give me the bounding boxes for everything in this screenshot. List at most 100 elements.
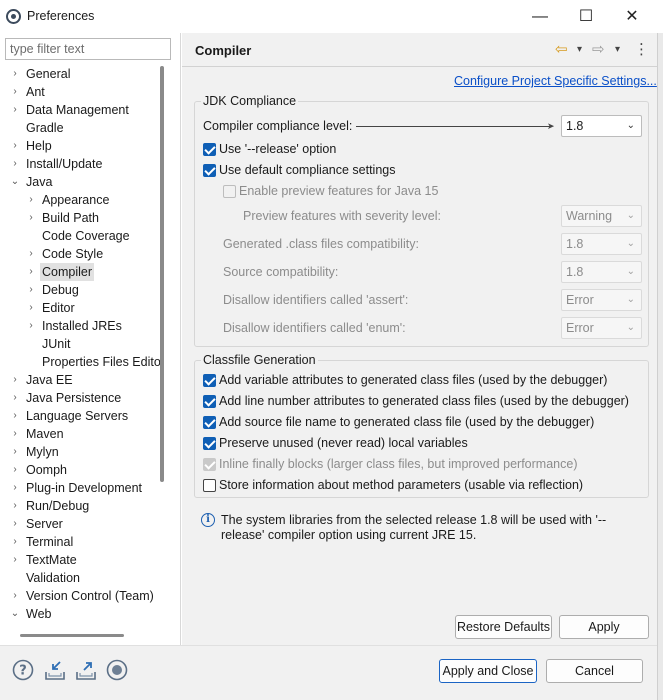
chevron-right-icon[interactable]: ›: [26, 317, 36, 335]
tree-vertical-scrollbar[interactable]: [160, 66, 164, 482]
tree-item[interactable]: › Build Path: [0, 209, 158, 227]
tree-item-label: Installed JREs: [42, 319, 122, 333]
chevron-right-icon[interactable]: ›: [26, 191, 36, 209]
tree-item[interactable]: › Language Servers: [0, 407, 158, 425]
tree-item[interactable]: ⌄ Java: [0, 173, 158, 191]
tree-item[interactable]: › Version Control (Team): [0, 587, 158, 605]
tree-item-label: Build Path: [42, 211, 99, 225]
chevron-right-icon[interactable]: ›: [10, 389, 20, 407]
enum-identifier-label: Disallow identifiers called 'enum':: [223, 321, 406, 335]
chevron-right-icon[interactable]: ›: [26, 245, 36, 263]
tree-item-label: Code Style: [42, 247, 104, 261]
chevron-right-icon[interactable]: ›: [10, 101, 20, 119]
severity-level-select[interactable]: Warning ⌄: [561, 205, 642, 227]
close-button[interactable]: ✕: [617, 6, 647, 28]
tree-item[interactable]: Code Coverage: [0, 227, 158, 245]
tree-item[interactable]: › Appearance: [0, 191, 158, 209]
tree-item-label: TextMate: [26, 553, 77, 567]
tree-item[interactable]: › Install/Update: [0, 155, 158, 173]
source-compat-select[interactable]: 1.8 ⌄: [561, 261, 642, 283]
maximize-button[interactable]: ☐: [571, 6, 601, 28]
tree-item[interactable]: › Mylyn: [0, 443, 158, 461]
chevron-down-icon[interactable]: ⌄: [10, 173, 20, 191]
help-icon[interactable]: ?: [12, 659, 34, 681]
release-option-checkbox[interactable]: [203, 143, 216, 156]
tree-item[interactable]: › Help: [0, 137, 158, 155]
classfile-option-checkbox[interactable]: [203, 479, 216, 492]
back-arrow-icon[interactable]: ⇦: [555, 41, 568, 59]
chevron-right-icon[interactable]: ›: [10, 65, 20, 83]
enum-identifier-select[interactable]: Error ⌄: [561, 317, 642, 339]
tree-item[interactable]: › Oomph: [0, 461, 158, 479]
tree-item[interactable]: Properties Files Edito: [0, 353, 161, 371]
tree-item[interactable]: › Java EE: [0, 371, 158, 389]
tree-item[interactable]: › Run/Debug: [0, 497, 158, 515]
default-compliance-checkbox[interactable]: [203, 164, 216, 177]
chevron-right-icon[interactable]: ›: [10, 407, 20, 425]
chevron-right-icon[interactable]: ›: [10, 443, 20, 461]
classfile-option-checkbox[interactable]: [203, 437, 216, 450]
chevron-right-icon[interactable]: ›: [26, 209, 36, 227]
apply-and-close-button[interactable]: Apply and Close: [439, 659, 537, 683]
tree-item[interactable]: › Terminal: [0, 533, 158, 551]
chevron-right-icon[interactable]: ›: [10, 461, 20, 479]
cancel-button[interactable]: Cancel: [546, 659, 643, 683]
back-menu-icon[interactable]: ▾: [577, 41, 582, 59]
classfile-option-checkbox[interactable]: [203, 416, 216, 429]
tree-item[interactable]: ⌄ Web: [0, 605, 158, 623]
tree-item[interactable]: › Plug-in Development: [0, 479, 158, 497]
record-icon[interactable]: [106, 659, 128, 681]
forward-menu-icon[interactable]: ▾: [615, 41, 620, 59]
tree-item[interactable]: › Code Style: [0, 245, 158, 263]
forward-arrow-icon[interactable]: ⇨: [592, 41, 605, 59]
chevron-right-icon[interactable]: ›: [10, 479, 20, 497]
generated-compat-select[interactable]: 1.8 ⌄: [561, 233, 642, 255]
chevron-right-icon[interactable]: ›: [26, 299, 36, 317]
tree-item[interactable]: › Debug: [0, 281, 158, 299]
chevron-right-icon[interactable]: ›: [10, 551, 20, 569]
tree-item[interactable]: › General: [0, 65, 158, 83]
chevron-right-icon[interactable]: ›: [10, 155, 20, 173]
tree-item[interactable]: › Data Management: [0, 101, 158, 119]
chevron-right-icon[interactable]: ›: [10, 587, 20, 605]
chevron-down-icon[interactable]: ⌄: [10, 605, 20, 623]
tree-item[interactable]: JUnit: [0, 335, 158, 353]
preview-features-checkbox[interactable]: [223, 185, 236, 198]
restore-defaults-button[interactable]: Restore Defaults: [455, 615, 552, 639]
classfile-option-checkbox[interactable]: [203, 395, 216, 408]
view-menu-icon[interactable]: ⋮: [634, 41, 649, 59]
chevron-right-icon[interactable]: ›: [10, 137, 20, 155]
chevron-right-icon[interactable]: ›: [10, 425, 20, 443]
tree-item[interactable]: › Server: [0, 515, 158, 533]
minimize-button[interactable]: —: [525, 6, 555, 28]
page-title: Compiler: [195, 43, 252, 58]
tree-item[interactable]: Gradle: [0, 119, 158, 137]
import-icon[interactable]: [44, 659, 66, 681]
tree-item[interactable]: › Editor: [0, 299, 158, 317]
tree-item[interactable]: › Ant: [0, 83, 158, 101]
chevron-right-icon[interactable]: ›: [26, 263, 36, 281]
export-icon[interactable]: [75, 659, 97, 681]
tree-item[interactable]: › Maven: [0, 425, 158, 443]
chevron-right-icon[interactable]: ›: [10, 83, 20, 101]
tree-horizontal-scrollbar[interactable]: [20, 634, 124, 637]
tree-item[interactable]: › Installed JREs: [0, 317, 158, 335]
tree-item[interactable]: › Compiler: [0, 263, 158, 281]
chevron-right-icon[interactable]: ›: [10, 533, 20, 551]
chevron-right-icon[interactable]: ›: [10, 515, 20, 533]
tree-item[interactable]: › Java Persistence: [0, 389, 158, 407]
configure-project-settings-link[interactable]: Configure Project Specific Settings...: [454, 74, 657, 88]
tree-item-label: JUnit: [42, 337, 71, 351]
assert-identifier-label: Disallow identifiers called 'assert':: [223, 293, 409, 307]
chevron-right-icon[interactable]: ›: [10, 497, 20, 515]
compliance-level-select[interactable]: 1.8 ⌄: [561, 115, 642, 137]
apply-button[interactable]: Apply: [559, 615, 649, 639]
chevron-right-icon[interactable]: ›: [26, 281, 36, 299]
chevron-right-icon[interactable]: ›: [10, 371, 20, 389]
assert-identifier-select[interactable]: Error ⌄: [561, 289, 642, 311]
classfile-option-checkbox[interactable]: [203, 374, 216, 387]
classfile-option-checkbox[interactable]: [203, 458, 216, 471]
tree-item[interactable]: Validation: [0, 569, 158, 587]
tree-item[interactable]: › TextMate: [0, 551, 158, 569]
filter-input[interactable]: [5, 38, 171, 60]
